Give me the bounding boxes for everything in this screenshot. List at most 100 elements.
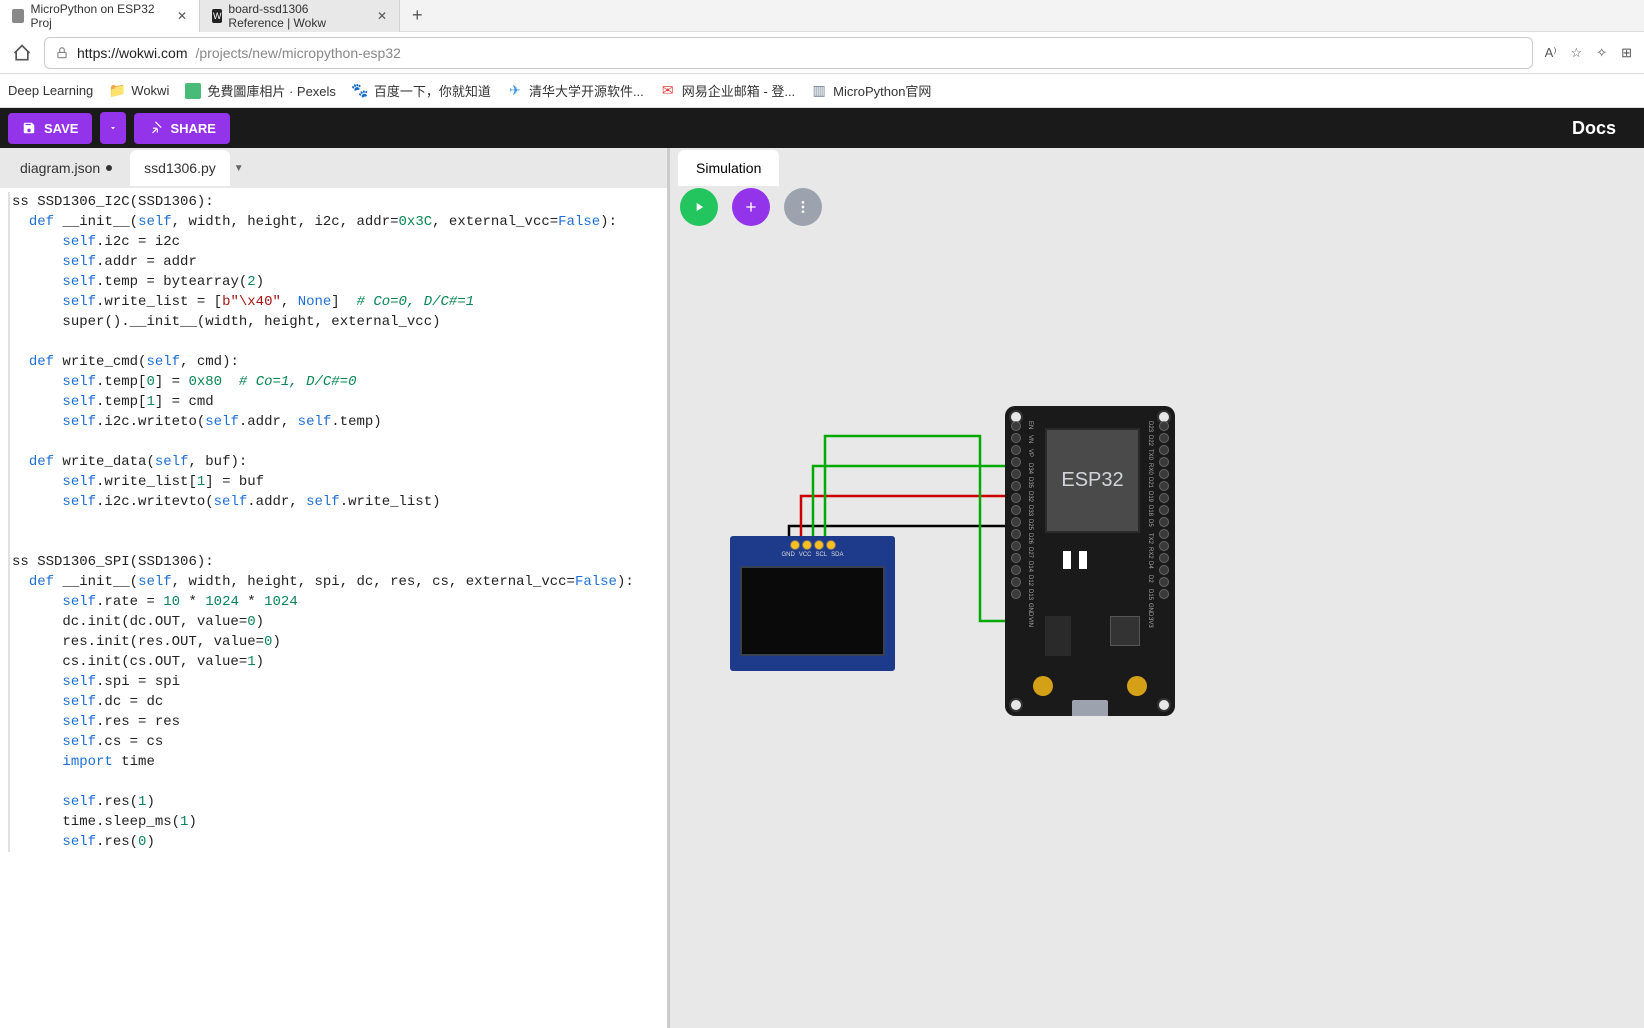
pin[interactable]: [1011, 469, 1021, 479]
pin[interactable]: [1011, 541, 1021, 551]
code-line[interactable]: self.rate = 10 * 1024 * 1024: [8, 592, 661, 612]
code-line[interactable]: self.temp = bytearray(2): [8, 272, 661, 292]
pin[interactable]: [1011, 589, 1021, 599]
code-line[interactable]: self.i2c.writeto(self.addr, self.temp): [8, 412, 661, 432]
app-icon[interactable]: ⊞: [1621, 45, 1632, 61]
docs-link[interactable]: Docs: [1572, 118, 1636, 139]
save-dropdown-button[interactable]: [100, 112, 126, 144]
save-button[interactable]: SAVE: [8, 113, 92, 144]
code-line[interactable]: def write_cmd(self, cmd):: [8, 352, 661, 372]
code-line[interactable]: self.addr = addr: [8, 252, 661, 272]
bookmark-item[interactable]: ✈清华大学开源软件...: [507, 81, 644, 100]
code-line[interactable]: time.sleep_ms(1): [8, 812, 661, 832]
pin[interactable]: [1159, 493, 1169, 503]
read-aloud-icon[interactable]: A⁾: [1545, 45, 1557, 61]
pin[interactable]: [1159, 421, 1169, 431]
pin[interactable]: [1159, 469, 1169, 479]
code-line[interactable]: self.res(1): [8, 792, 661, 812]
sim-menu-button[interactable]: [784, 188, 822, 226]
pin[interactable]: [1011, 517, 1021, 527]
pin[interactable]: [1159, 541, 1169, 551]
pin[interactable]: [1159, 589, 1169, 599]
esp32-board[interactable]: ESP32 ENVNVPD34D35D32D33D25D26D27D14D12D…: [1005, 406, 1175, 716]
pin[interactable]: [1159, 433, 1169, 443]
code-line[interactable]: res.init(res.OUT, value=0): [8, 632, 661, 652]
code-line[interactable]: self.write_list[1] = buf: [8, 472, 661, 492]
close-icon[interactable]: ✕: [377, 9, 387, 23]
code-line[interactable]: self.temp[0] = 0x80 # Co=1, D/C#=0: [8, 372, 661, 392]
address-bar[interactable]: https://wokwi.com/projects/new/micropyth…: [44, 37, 1533, 69]
share-button[interactable]: SHARE: [134, 113, 230, 144]
pin[interactable]: [1159, 517, 1169, 527]
code-line[interactable]: dc.init(dc.OUT, value=0): [8, 612, 661, 632]
code-editor[interactable]: ss SSD1306_I2C(SSD1306): def __init__(se…: [0, 188, 667, 1028]
pin[interactable]: [1159, 577, 1169, 587]
bookmark-item[interactable]: 🐾百度一下，你就知道: [352, 81, 491, 100]
code-line[interactable]: [8, 532, 661, 552]
pin[interactable]: [1011, 457, 1021, 467]
pin[interactable]: [1011, 565, 1021, 575]
oled-pin[interactable]: [790, 540, 800, 550]
code-line[interactable]: cs.init(cs.OUT, value=1): [8, 652, 661, 672]
bookmark-item[interactable]: ✉网易企业邮箱 - 登...: [660, 81, 795, 100]
bookmark-item[interactable]: Deep Learning: [8, 83, 93, 98]
editor-tab-diagram[interactable]: diagram.json: [6, 150, 126, 186]
pin[interactable]: [1011, 529, 1021, 539]
pin[interactable]: [1011, 433, 1021, 443]
bookmark-item[interactable]: 免費圖庫相片 · Pexels: [185, 81, 336, 100]
code-line[interactable]: self.temp[1] = cmd: [8, 392, 661, 412]
code-line[interactable]: self.res = res: [8, 712, 661, 732]
code-line[interactable]: self.spi = spi: [8, 672, 661, 692]
code-line[interactable]: [8, 332, 661, 352]
browser-tab-active[interactable]: MicroPython on ESP32 Proj ✕: [0, 0, 200, 32]
new-tab-button[interactable]: +: [400, 5, 435, 26]
bookmark-item[interactable]: 📁Wokwi: [109, 83, 169, 99]
pin[interactable]: [1011, 493, 1021, 503]
code-line[interactable]: self.write_list = [b"\x40", None] # Co=0…: [8, 292, 661, 312]
oled-pin[interactable]: [814, 540, 824, 550]
pin[interactable]: [1011, 421, 1021, 431]
simulation-tab[interactable]: Simulation: [678, 150, 779, 186]
tab-menu-icon[interactable]: ▼: [234, 163, 244, 174]
pin[interactable]: [1159, 481, 1169, 491]
add-part-button[interactable]: [732, 188, 770, 226]
code-line[interactable]: self.i2c = i2c: [8, 232, 661, 252]
code-line[interactable]: ss SSD1306_SPI(SSD1306):: [8, 552, 661, 572]
oled-pin[interactable]: [802, 540, 812, 550]
favorite-icon[interactable]: ☆: [1571, 45, 1583, 61]
pin[interactable]: [1159, 457, 1169, 467]
collections-icon[interactable]: ✧: [1596, 45, 1607, 61]
code-line[interactable]: super().__init__(width, height, external…: [8, 312, 661, 332]
pin[interactable]: [1011, 553, 1021, 563]
code-line[interactable]: self.i2c.writevto(self.addr, self.write_…: [8, 492, 661, 512]
simulation-canvas[interactable]: GND VCC SCL SDA ESP32: [670, 236, 1644, 1028]
code-line[interactable]: self.cs = cs: [8, 732, 661, 752]
play-button[interactable]: [680, 188, 718, 226]
home-icon[interactable]: [12, 43, 32, 63]
bookmark-item[interactable]: ▥MicroPython官网: [811, 81, 931, 100]
pin[interactable]: [1011, 445, 1021, 455]
code-line[interactable]: self.res(0): [8, 832, 661, 852]
code-line[interactable]: def __init__(self, width, height, spi, d…: [8, 572, 661, 592]
code-line[interactable]: import time: [8, 752, 661, 772]
browser-tab[interactable]: W board-ssd1306 Reference | Wokw ✕: [200, 0, 400, 32]
code-line[interactable]: ss SSD1306_I2C(SSD1306):: [8, 192, 661, 212]
pin[interactable]: [1159, 529, 1169, 539]
pin[interactable]: [1159, 445, 1169, 455]
pin[interactable]: [1159, 553, 1169, 563]
pin[interactable]: [1011, 577, 1021, 587]
pin[interactable]: [1159, 505, 1169, 515]
pin[interactable]: [1159, 565, 1169, 575]
enable-button[interactable]: [1127, 676, 1147, 696]
code-line[interactable]: [8, 512, 661, 532]
close-icon[interactable]: ✕: [177, 9, 187, 23]
oled-pin[interactable]: [826, 540, 836, 550]
boot-button[interactable]: [1033, 676, 1053, 696]
code-line[interactable]: [8, 432, 661, 452]
pin[interactable]: [1011, 505, 1021, 515]
pin[interactable]: [1011, 481, 1021, 491]
code-line[interactable]: [8, 772, 661, 792]
code-line[interactable]: def write_data(self, buf):: [8, 452, 661, 472]
editor-tab-ssd1306[interactable]: ssd1306.py: [130, 150, 230, 186]
ssd1306-board[interactable]: GND VCC SCL SDA: [730, 536, 895, 671]
